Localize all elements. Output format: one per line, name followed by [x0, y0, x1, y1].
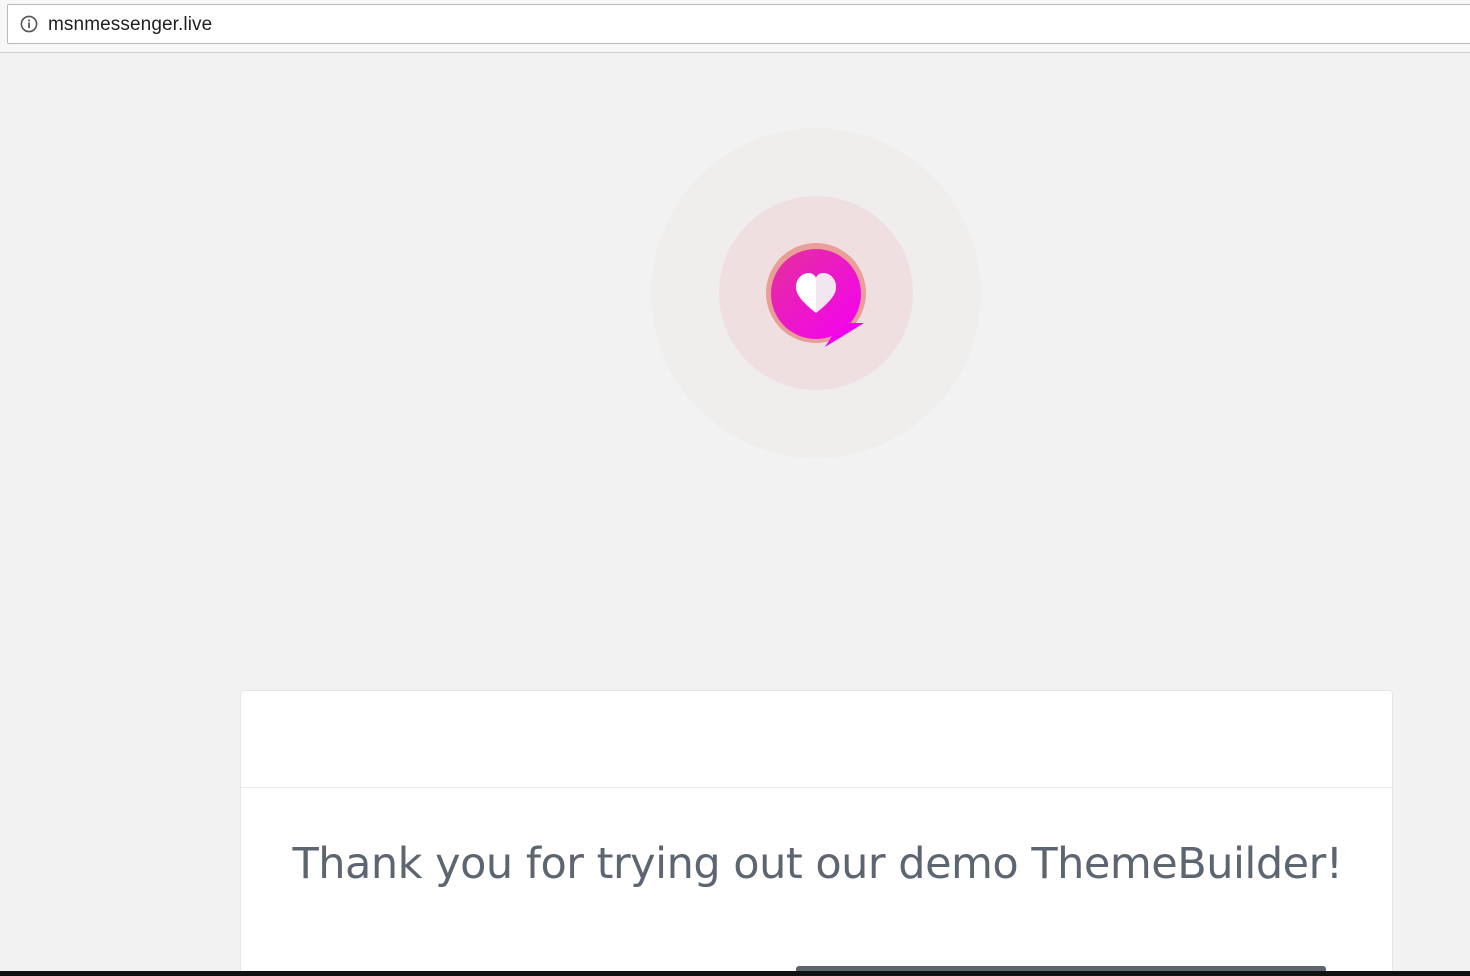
content-card: Thank you for trying out our demo ThemeB…: [240, 690, 1393, 971]
address-bar[interactable]: msnmessenger.live: [7, 4, 1470, 44]
card-title: Thank you for trying out our demo ThemeB…: [292, 839, 1343, 889]
logo: [650, 127, 982, 459]
info-circle-icon[interactable]: [20, 15, 38, 33]
url-text[interactable]: msnmessenger.live: [48, 14, 212, 36]
page-viewport: Thank you for trying out our demo ThemeB…: [0, 53, 1470, 971]
window-bottom-edge: [0, 971, 1470, 976]
heart-chat-bubble-icon: [651, 128, 981, 458]
browser-toolbar: msnmessenger.live: [0, 0, 1470, 53]
card-header: [241, 691, 1392, 788]
